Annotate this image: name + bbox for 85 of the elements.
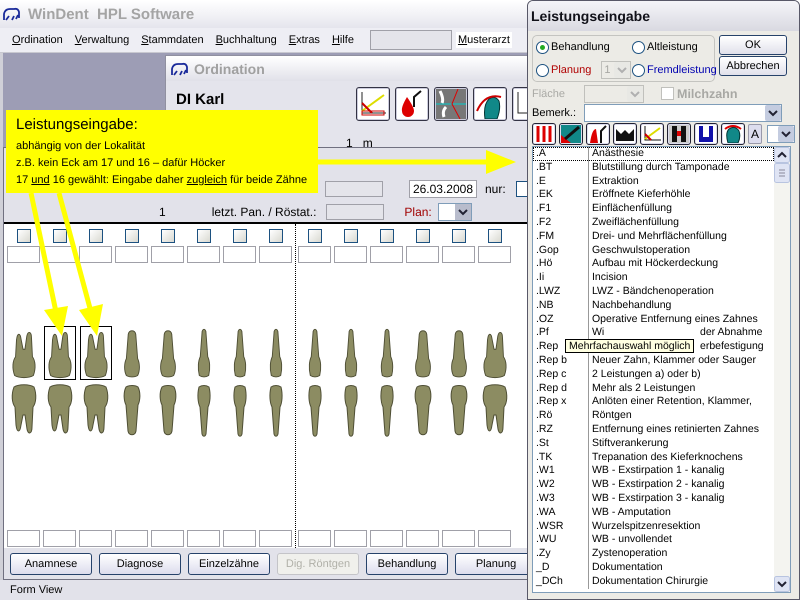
field-label: nur: <box>485 182 506 196</box>
service-name: Stiftverankerung <box>592 436 668 449</box>
service-code: .E <box>536 174 546 187</box>
field-label: Bemerk.: <box>532 106 576 118</box>
service-name: Mehr als 2 Leistungen <box>592 382 696 394</box>
service-name: Trepanation des Kieferknochens <box>592 450 743 463</box>
service-code: .W1 <box>536 464 555 476</box>
service-name: Geschwulstoperation <box>592 244 690 256</box>
service-name: WB - Exstirpation 2 - kanalig <box>592 478 724 490</box>
field-label: Plan: <box>404 205 432 219</box>
service-code: .RZ <box>536 422 553 435</box>
service-code: .NB <box>536 298 554 311</box>
service-code: .St <box>536 436 549 449</box>
field-label: Fläche <box>532 88 566 100</box>
service-code: .LWZ <box>536 284 560 297</box>
service-name: Anästhesie <box>592 147 644 159</box>
service-code: .W3 <box>536 492 555 504</box>
service-code: .Zy <box>536 547 551 560</box>
service-name: Neuer Zahn, Klammer oder Sauger <box>592 354 756 366</box>
checkbox-label: Milchzahn <box>677 86 738 100</box>
service-code: .A <box>536 147 546 159</box>
service-code: .Rep <box>536 340 558 352</box>
tooltip: Mehrfachauswahl möglich <box>565 339 694 353</box>
service-code: .Rö <box>536 409 552 422</box>
service-code: .WA <box>536 506 556 518</box>
note-title: Leistungseingabe: <box>16 116 139 133</box>
service-code: .F2 <box>536 216 552 228</box>
service-code: .FM <box>536 230 554 242</box>
service-name: Nachbehandlung <box>592 298 672 311</box>
note-text: z.B. kein Eck am 17 und 16 – dafür Höcker <box>16 157 226 169</box>
service-name: Wurzelspitzenresektion <box>592 520 700 532</box>
count-text: 1 <box>159 205 166 219</box>
dialog-title: Leistungseingabe <box>531 8 650 24</box>
service-code: .Gop <box>536 244 559 256</box>
service-name: Operative Entfernung eines Zahnes <box>592 312 758 325</box>
service-code: .Rep x <box>536 395 566 408</box>
service-name: Extraktion <box>592 174 639 187</box>
service-name: der Abnahme <box>700 326 762 340</box>
note-text: abhängig von der Lokalität <box>16 140 146 152</box>
service-code: .Rep b <box>536 354 567 366</box>
status-text: Form View <box>10 584 62 596</box>
service-code: .BT <box>536 160 552 173</box>
service-name: Zystenoperation <box>592 547 668 560</box>
service-name: Anlöten einer Retention, Klammer, <box>592 395 752 408</box>
note-text: 17 und 16 gewählt: Eingabe daher zugleich für beide Zähne <box>16 174 308 186</box>
service-name: WB - unvollendet <box>592 533 672 546</box>
service-code: .WSR <box>536 520 564 532</box>
service-name: Drei- und Mehrflächenfüllung <box>592 230 727 242</box>
service-name: WB - Exstirpation 1 - kanalig <box>592 464 724 476</box>
service-name: erbefestigung <box>700 340 764 354</box>
service-code: .Ii <box>536 271 544 284</box>
user-name: Musterarzt <box>456 32 512 48</box>
info-text: 1 <box>346 136 353 150</box>
patient-name: DI Karl <box>176 91 226 108</box>
service-name: Dokumentation <box>592 560 663 573</box>
service-name: Zweiflächenfüllung <box>592 216 679 228</box>
window-title: Ordination <box>194 60 265 76</box>
service-code: .W2 <box>536 478 555 490</box>
service-name: Wi <box>592 326 604 338</box>
service-code: .OZ <box>536 312 554 325</box>
service-name: Incision <box>592 271 628 284</box>
service-name: 2 Leistungen a) oder b) <box>592 368 701 380</box>
service-code: .WU <box>536 533 556 546</box>
service-code: .Hö <box>536 257 552 270</box>
service-code: .Rep c <box>536 368 566 380</box>
service-code: .EK <box>536 188 553 200</box>
service-code: _DCh <box>536 574 563 587</box>
service-name: Einflächenfüllung <box>592 202 672 214</box>
service-name: Dokumentation Chirurgie <box>592 574 708 587</box>
service-name: Aufbau mit Höckerdeckung <box>592 257 718 270</box>
service-name: Röntgen <box>592 409 632 422</box>
info-text: m <box>362 136 373 150</box>
service-name: WB - Exstirpation 3 - kanalig <box>592 492 724 504</box>
service-code: _D <box>536 560 550 573</box>
service-code: .F1 <box>536 202 552 214</box>
service-name: LWZ - Bändchenoperation <box>592 284 714 297</box>
service-code: .Rep d <box>536 382 567 394</box>
field-label: letzt. Pan. / Röstat.: <box>212 205 316 219</box>
window-title: WinDent HPL Software <box>28 6 194 22</box>
service-name: Blutstillung durch Tamponade <box>592 160 730 173</box>
service-name: Eröffnete Kieferhöhle <box>592 188 690 200</box>
service-code: .Pf <box>536 326 549 338</box>
service-name: Entfernung eines retinierten Zahnes <box>592 422 759 435</box>
service-code: .TK <box>536 450 552 463</box>
service-name: WB - Amputation <box>592 506 671 518</box>
